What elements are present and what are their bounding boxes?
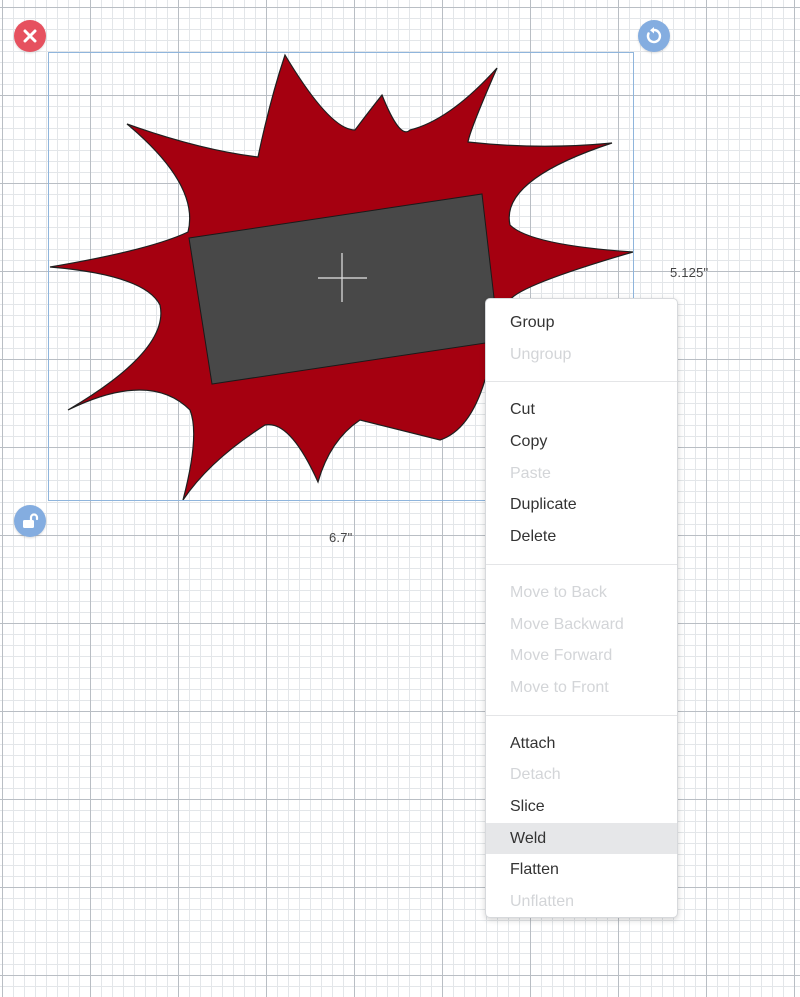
- menu-item-weld[interactable]: Weld: [486, 822, 677, 855]
- menu-separator: [486, 563, 677, 565]
- menu-item-flatten[interactable]: Flatten: [486, 854, 677, 886]
- menu-item-attach[interactable]: Attach: [486, 728, 677, 760]
- menu-item-unflatten: Unflatten: [510, 893, 575, 910]
- menu-item-delete[interactable]: Delete: [486, 521, 677, 553]
- menu-item-cut[interactable]: Cut: [486, 394, 677, 426]
- menu-item-paste: Paste: [510, 464, 551, 482]
- height-dimension-label: 5.125": [670, 265, 709, 280]
- menu-item-copy[interactable]: Copy: [486, 426, 677, 458]
- menu-item-move-to-back: Move to Back: [510, 583, 607, 601]
- menu-separator: [486, 381, 677, 383]
- rotate-handle[interactable]: [638, 20, 670, 52]
- width-dimension-label: 6.7": [329, 530, 353, 545]
- menu-item-move-backward: Move Backward: [510, 615, 624, 633]
- menu-item-move-to-front: Move to Front: [510, 678, 609, 696]
- menu-item-group[interactable]: Group: [486, 307, 677, 339]
- context-menu: Group Ungroup Cut Copy Paste Duplicate D…: [485, 298, 678, 918]
- menu-separator: [486, 714, 677, 716]
- delete-handle[interactable]: [14, 20, 46, 52]
- menu-item-ungroup: Ungroup: [510, 345, 572, 363]
- close-icon: [23, 29, 37, 43]
- design-canvas[interactable]: 5.125" 6.7": [0, 0, 800, 997]
- menu-item-move-forward: Move Forward: [510, 647, 613, 665]
- rotate-icon: [646, 27, 662, 44]
- unlock-icon: [23, 513, 39, 528]
- lock-handle[interactable]: [14, 505, 46, 537]
- menu-item-duplicate[interactable]: Duplicate: [486, 489, 677, 521]
- menu-item-detach: Detach: [510, 766, 561, 784]
- menu-item-slice[interactable]: Slice: [486, 791, 677, 823]
